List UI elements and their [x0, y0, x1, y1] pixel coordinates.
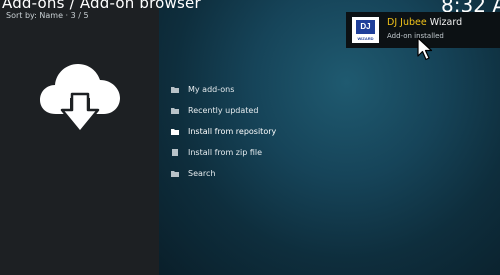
- menu-item-label: My add-ons: [188, 85, 235, 94]
- folder-icon: [170, 169, 180, 179]
- menu-item-install-from-zip[interactable]: Install from zip file: [170, 142, 490, 163]
- menu-item-label: Install from zip file: [188, 148, 263, 157]
- cloud-download-icon: [40, 64, 120, 134]
- file-icon: [170, 148, 180, 158]
- folder-icon: [170, 127, 180, 137]
- menu-item-label: Recently updated: [188, 106, 259, 115]
- addon-menu: My add-ons Recently updated Install from…: [170, 79, 490, 184]
- notification-title: DJ Jubee Wizard: [387, 17, 462, 28]
- menu-item-recently-updated[interactable]: Recently updated: [170, 100, 490, 121]
- folder-icon: [170, 85, 180, 95]
- folder-icon: [170, 106, 180, 116]
- menu-item-search[interactable]: Search: [170, 163, 490, 184]
- thumbnail-caption: WIZARD: [357, 36, 374, 41]
- left-panel: [0, 0, 159, 275]
- addon-thumbnail: DJ WIZARD: [352, 17, 379, 43]
- notification-title-rest: Wizard: [429, 17, 463, 28]
- menu-item-install-from-repository[interactable]: Install from repository: [170, 121, 490, 142]
- sort-info[interactable]: Sort by: Name · 3 / 5: [6, 11, 89, 20]
- menu-item-my-addons[interactable]: My add-ons: [170, 79, 490, 100]
- thumbnail-logo: DJ: [356, 20, 375, 34]
- notification-title-accent: DJ Jubee: [387, 17, 427, 28]
- menu-item-label: Install from repository: [188, 127, 277, 136]
- notification-subtitle: Add-on installed: [387, 32, 444, 40]
- mouse-cursor-icon: [417, 37, 433, 61]
- menu-item-label: Search: [188, 169, 216, 178]
